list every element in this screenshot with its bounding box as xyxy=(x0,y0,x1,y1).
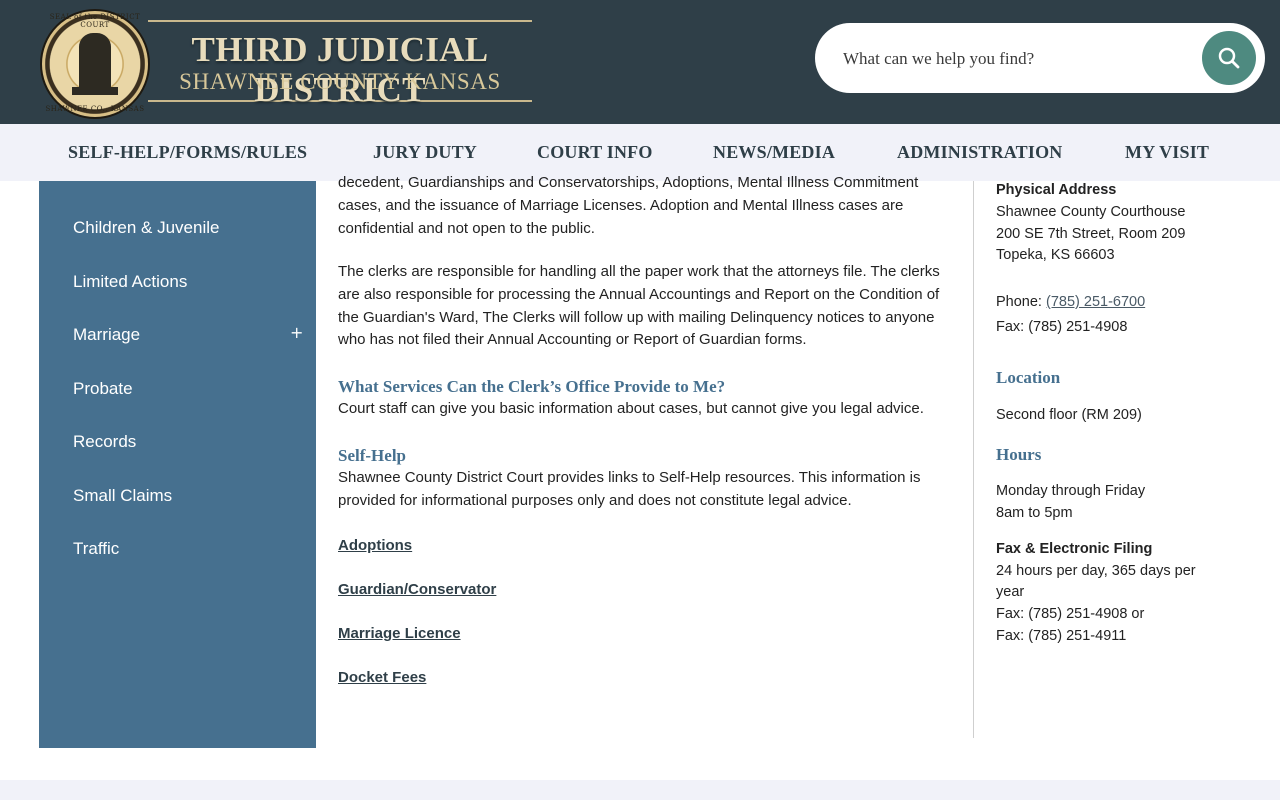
address-line-3: Topeka, KS 66603 xyxy=(996,247,1115,263)
intro-line-3: confidential and not open to the public. xyxy=(338,220,595,237)
search-icon xyxy=(1218,47,1240,69)
link-marriage-licence[interactable]: Marriage Licence xyxy=(338,623,461,646)
services-text: Court staff can give you basic informati… xyxy=(338,400,924,417)
location-text: Second floor (RM 209) xyxy=(996,407,1142,423)
intro-line-1: decedent, Guardianships and Conservators… xyxy=(338,174,919,191)
nav-item-self-help[interactable]: SELF-HELP/FORMS/RULES xyxy=(68,142,307,163)
seal-top-text: SEAL of the DISTRICT COURT xyxy=(49,13,141,29)
search-button[interactable] xyxy=(1202,31,1256,85)
location-heading: Location xyxy=(996,368,1061,387)
phone-label: Phone: xyxy=(996,294,1046,310)
nav-item-administration[interactable]: ADMINISTRATION xyxy=(897,142,1063,163)
sidebar: Children & Juvenile Limited Actions Marr… xyxy=(39,181,316,748)
seal-bottom-text: SHAWNEE CO., KANSAS xyxy=(45,105,145,113)
nav-item-my-visit[interactable]: MY VISIT xyxy=(1125,142,1209,163)
address-line-2: 200 SE 7th Street, Room 209 xyxy=(996,226,1186,242)
physical-address-label: Physical Address xyxy=(996,182,1117,198)
filing-line-1: 24 hours per day, 365 days per xyxy=(996,563,1196,579)
nav-item-court-info[interactable]: COURT INFO xyxy=(537,142,653,163)
self-help-text: Shawnee County District Court provides l… xyxy=(338,469,921,509)
fax-line: Fax: (785) 251-4908 xyxy=(996,319,1128,335)
sidebar-item-limited-actions[interactable]: Limited Actions xyxy=(73,272,187,292)
site-title[interactable]: THIRD JUDICIAL DISTRICT SHAWNEE COUNTY K… xyxy=(148,20,532,109)
self-help-heading: Self-Help xyxy=(338,446,406,465)
intro-line-2: cases, and the issuance of Marriage Lice… xyxy=(338,197,904,214)
filing-fax-2: Fax: (785) 251-4911 xyxy=(996,628,1127,644)
address-line-1: Shawnee County Courthouse xyxy=(996,204,1186,220)
sidebar-item-traffic[interactable]: Traffic xyxy=(73,539,119,559)
site-title-line2: SHAWNEE COUNTY KANSAS xyxy=(179,69,501,94)
sidebar-item-probate[interactable]: Probate xyxy=(73,379,133,399)
hours-line-2: 8am to 5pm xyxy=(996,505,1073,521)
filing-line-2: year xyxy=(996,584,1025,600)
sidebar-item-marriage[interactable]: Marriage xyxy=(73,325,140,345)
nav-item-news-media[interactable]: NEWS/MEDIA xyxy=(713,142,835,163)
column-divider xyxy=(973,181,974,738)
justice-figure-icon xyxy=(79,33,111,91)
site-header: SEAL of the DISTRICT COURT SHAWNEE CO., … xyxy=(0,0,1280,124)
sidebar-item-small-claims[interactable]: Small Claims xyxy=(73,486,172,506)
footer-strip xyxy=(0,780,1280,800)
seal-base-shape xyxy=(72,87,118,95)
link-guardian-conservator[interactable]: Guardian/Conservator xyxy=(338,579,496,602)
phone-line: Phone: (785) 251-6700 xyxy=(996,292,1145,314)
clerks-paragraph: The clerks are responsible for handling … xyxy=(338,263,940,349)
hours-line-1: Monday through Friday xyxy=(996,483,1146,499)
court-seal-logo[interactable]: SEAL of the DISTRICT COURT SHAWNEE CO., … xyxy=(40,9,150,119)
link-adoptions[interactable]: Adoptions xyxy=(338,535,412,558)
sidebar-item-records[interactable]: Records xyxy=(73,432,136,452)
sidebar-item-children-juvenile[interactable]: Children & Juvenile xyxy=(73,218,219,238)
filing-label: Fax & Electronic Filing xyxy=(996,541,1153,557)
phone-link[interactable]: (785) 251-6700 xyxy=(1046,294,1145,310)
nav-item-jury-duty[interactable]: JURY DUTY xyxy=(373,142,477,163)
search-box xyxy=(815,23,1265,93)
filing-fax-1: Fax: (785) 251-4908 or xyxy=(996,606,1145,622)
services-heading: What Services Can the Clerk’s Office Pro… xyxy=(338,377,726,396)
link-docket-fees[interactable]: Docket Fees xyxy=(338,667,426,690)
search-input[interactable] xyxy=(841,45,1195,73)
expand-plus-icon[interactable]: + xyxy=(290,323,303,342)
hours-heading: Hours xyxy=(996,445,1042,464)
